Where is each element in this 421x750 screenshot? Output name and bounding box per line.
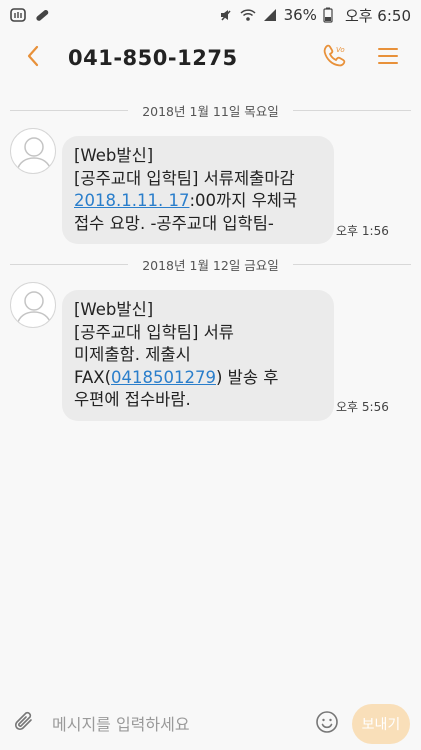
battery-percent: 36% (283, 6, 317, 24)
phone-link[interactable]: 0418501279 (111, 368, 216, 387)
back-button[interactable] (18, 43, 48, 73)
message-line: 접수 요망. -공주교대 입학팀- (74, 213, 274, 233)
contact-avatar[interactable] (10, 282, 56, 328)
call-icon: Vo (322, 43, 350, 73)
date-separator-label: 2018년 1월 12일 금요일 (142, 257, 279, 273)
header-actions: Vo (321, 43, 403, 73)
call-button[interactable]: Vo (321, 43, 351, 73)
back-arrow-icon (26, 45, 40, 71)
message-time: 오후 1:56 (336, 224, 389, 238)
message-line-text: :00까지 우체국 (189, 191, 298, 210)
message-line: FAX(0418501279) 발송 후 (74, 367, 322, 390)
status-bar: 36% 오후 6:50 (0, 0, 421, 30)
message-line: [Web발신] (74, 146, 154, 165)
signal-icon (262, 7, 278, 23)
message-line: 우편에 접수바람. (74, 390, 191, 409)
message-time: 오후 5:56 (336, 400, 389, 414)
contact-avatar[interactable] (10, 128, 56, 174)
mute-icon (218, 7, 234, 23)
message-line: 2018.1.11. 17:00까지 우체국 (74, 190, 322, 213)
date-link[interactable]: 2018.1.11. 17 (74, 191, 189, 210)
date-separator: 2018년 1월 11일 목요일 (0, 100, 421, 120)
message-line: [공주교대 입학팀] 서류제출마감 (74, 168, 295, 188)
contact-number-title: 041-850-1275 (68, 46, 238, 70)
message-bubble[interactable]: [Web발신] [공주교대 입학팀] 서류 미제출함. 제출시 FAX(0418… (62, 290, 334, 421)
message-line: 미제출함. 제출시 (74, 345, 191, 364)
app-icon (10, 7, 26, 23)
conversation-header: 041-850-1275 Vo (0, 30, 421, 86)
message-line: [Web발신] (74, 300, 154, 319)
date-separator-label: 2018년 1월 11일 목요일 (142, 103, 279, 119)
emoji-button[interactable] (312, 709, 342, 739)
message-bubble[interactable]: [Web발신] [공주교대 입학팀] 서류제출마감 2018.1.11. 17:… (62, 136, 334, 244)
wifi-icon (240, 7, 256, 23)
message-line-text: ) 발송 후 (216, 367, 279, 387)
menu-icon (378, 47, 398, 69)
message-line-text: FAX( (74, 367, 112, 387)
person-icon (16, 291, 52, 326)
pill-icon (34, 7, 50, 23)
person-icon (16, 137, 52, 172)
status-time: 오후 6:50 (344, 6, 411, 25)
message-input[interactable] (52, 706, 302, 742)
paperclip-icon (14, 710, 36, 738)
battery-icon (323, 7, 339, 23)
date-separator: 2018년 1월 12일 금요일 (0, 254, 421, 274)
message-composer: 보내기 (0, 698, 421, 750)
status-left (10, 7, 50, 23)
attach-button[interactable] (10, 709, 40, 739)
send-button[interactable]: 보내기 (352, 704, 410, 744)
message-line: [공주교대 입학팀] 서류 (74, 322, 234, 342)
call-badge: Vo (336, 46, 345, 54)
smiley-icon (315, 710, 339, 738)
menu-button[interactable] (373, 43, 403, 73)
status-right: 36% 오후 6:50 (218, 5, 411, 26)
